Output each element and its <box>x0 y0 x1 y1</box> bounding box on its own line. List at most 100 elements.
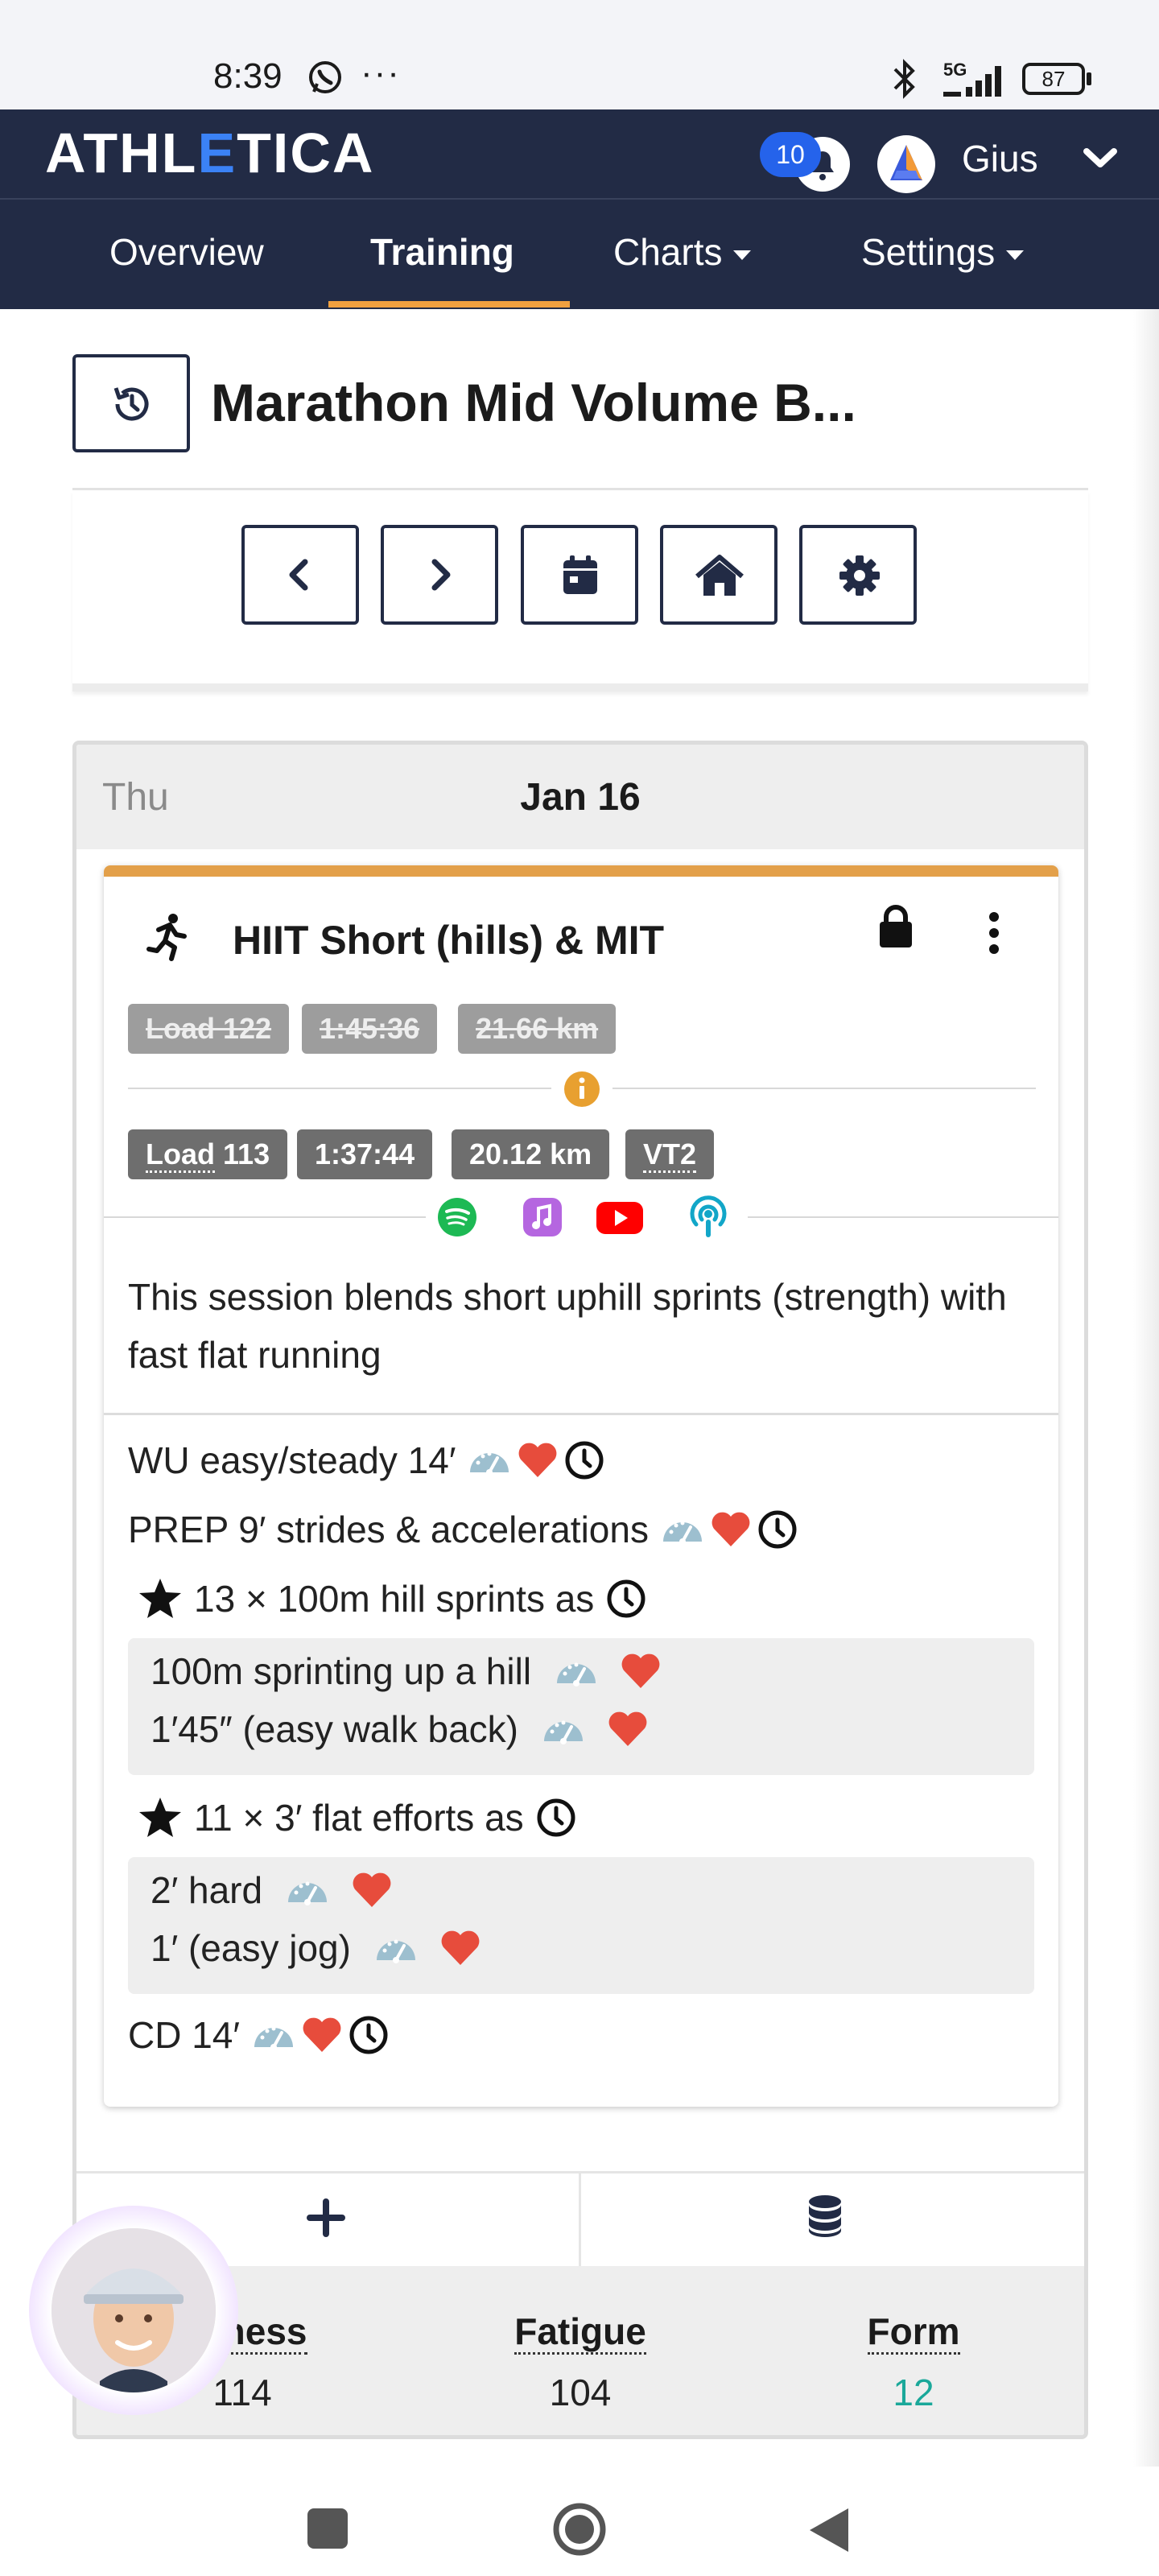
tab-settings[interactable]: Settings <box>861 230 1025 274</box>
original-distance-chip: 21.66 km <box>458 1004 617 1054</box>
more-notifications-icon: ··· <box>361 53 401 93</box>
speedometer-icon[interactable] <box>251 2015 296 2055</box>
lock-icon[interactable] <box>875 902 917 951</box>
speedometer-icon[interactable] <box>541 1709 586 1749</box>
add-workout-button[interactable] <box>305 2197 347 2239</box>
apple-music-icon[interactable] <box>521 1195 564 1239</box>
podcast-icon[interactable] <box>687 1194 730 1241</box>
user-avatar[interactable] <box>876 134 937 195</box>
speedometer-icon[interactable] <box>373 1928 419 1968</box>
load-value: 113 <box>223 1137 270 1170</box>
adjustment-divider-left <box>128 1088 551 1089</box>
workout-card[interactable]: HIIT Short (hills) & MIT Load 122 1:45:3… <box>104 865 1058 2107</box>
workout-title: HIIT Short (hills) & MIT <box>233 918 665 963</box>
database-icon[interactable] <box>806 2194 844 2239</box>
recents-button[interactable] <box>306 2507 349 2550</box>
gear-icon <box>838 554 881 597</box>
heart-icon[interactable] <box>439 1930 481 1967</box>
tab-overview[interactable]: Overview <box>109 230 264 274</box>
set2-header: 11 × 3′ flat efforts as <box>138 1796 577 1839</box>
plan-title: Marathon Mid Volume B... <box>211 373 856 432</box>
actions-divider <box>579 2171 581 2266</box>
fatigue-label-text: Fatigue <box>514 2310 646 2355</box>
clock-icon[interactable] <box>535 1797 577 1839</box>
heart-icon[interactable] <box>517 1442 559 1479</box>
distance-chip: 20.12 km <box>452 1129 610 1179</box>
cooldown-step-text: CD 14′ <box>128 2014 241 2056</box>
nav-divider <box>0 198 1159 200</box>
set2-details: 2′ hard 1′ (easy jog) <box>128 1857 1034 1994</box>
clock-icon[interactable] <box>563 1439 605 1481</box>
form-label-text: Form <box>867 2310 960 2355</box>
heart-icon[interactable] <box>301 2017 343 2054</box>
adjustment-divider-right <box>612 1088 1036 1089</box>
status-time: 8:39 <box>213 56 283 96</box>
next-week-button[interactable] <box>381 525 498 625</box>
speedometer-icon[interactable] <box>467 1440 512 1480</box>
status-bar: 8:39 ··· 5G 87 <box>0 0 1159 109</box>
history-button[interactable] <box>72 354 190 452</box>
system-navigation-bar <box>0 2467 1159 2576</box>
intensity-zone-label: VT2 <box>643 1137 697 1173</box>
warmup-step: WU easy/steady 14′ <box>128 1439 605 1482</box>
back-button[interactable] <box>806 2505 852 2555</box>
warmup-step-text: WU easy/steady 14′ <box>128 1439 456 1481</box>
home-button[interactable] <box>660 525 777 625</box>
set2-rest: 1′ (easy jog) <box>151 1926 481 1970</box>
speedometer-icon[interactable] <box>660 1509 705 1550</box>
battery-tip <box>1087 72 1091 85</box>
notification-badge[interactable]: 10 <box>760 132 821 177</box>
more-vertical-icon[interactable] <box>984 909 1004 957</box>
tab-charts-label: Charts <box>613 231 723 273</box>
heart-icon[interactable] <box>351 1872 393 1909</box>
clock-icon[interactable] <box>348 2014 390 2056</box>
heart-icon[interactable] <box>620 1653 662 1690</box>
calendar-icon <box>560 554 600 597</box>
brand-accent-letter: E <box>197 122 237 184</box>
coach-avatar[interactable] <box>52 2228 216 2392</box>
history-icon <box>109 382 155 427</box>
tab-training[interactable]: Training <box>370 230 514 274</box>
set1-header: 13 × 100m hill sprints as <box>138 1577 647 1620</box>
whatsapp-icon <box>306 58 344 97</box>
set2-header-text: 11 × 3′ flat efforts as <box>194 1797 524 1839</box>
running-icon <box>144 912 191 962</box>
day-header: Thu Jan 16 <box>76 745 1084 849</box>
speedometer-icon[interactable] <box>285 1870 330 1910</box>
duration-chip: 1:37:44 <box>297 1129 433 1179</box>
day-date: Jan 16 <box>520 776 641 819</box>
info-icon[interactable] <box>563 1070 601 1108</box>
star-icon <box>138 1577 183 1620</box>
fatigue-value: 104 <box>549 2372 612 2413</box>
set1-rest-text: 1′45″ (easy walk back) <box>151 1708 518 1750</box>
set2-rest-text: 1′ (easy jog) <box>151 1927 351 1969</box>
chevron-down-icon[interactable] <box>1080 143 1120 175</box>
set2-work: 2′ hard <box>151 1868 393 1912</box>
calendar-button[interactable] <box>521 525 638 625</box>
star-icon <box>138 1796 183 1839</box>
speedometer-icon[interactable] <box>554 1651 599 1691</box>
form-value: 12 <box>893 2372 934 2413</box>
chevron-right-icon <box>419 554 460 596</box>
spotify-icon[interactable] <box>435 1195 479 1239</box>
heart-icon[interactable] <box>710 1511 752 1548</box>
tab-charts[interactable]: Charts <box>613 230 752 274</box>
previous-week-button[interactable] <box>241 525 359 625</box>
user-name[interactable]: Gius <box>962 137 1038 180</box>
home-gesture-button[interactable] <box>552 2502 607 2557</box>
top-navbar: ATHLETICA 10 Gius Overview Training Char… <box>0 109 1159 309</box>
youtube-icon[interactable] <box>595 1195 645 1239</box>
clock-icon[interactable] <box>605 1578 647 1620</box>
prep-step: PREP 9′ strides & accelerations <box>128 1508 798 1551</box>
signal-icon <box>942 63 1006 98</box>
tab-settings-label: Settings <box>861 231 996 273</box>
set1-header-text: 13 × 100m hill sprints as <box>194 1578 595 1620</box>
active-tab-indicator <box>328 301 570 308</box>
prep-step-text: PREP 9′ strides & accelerations <box>128 1509 649 1550</box>
description-separator <box>104 1413 1058 1415</box>
settings-button[interactable] <box>799 525 917 625</box>
brand-logo[interactable]: ATHLETICA <box>45 121 374 185</box>
set1-details: 100m sprinting up a hill 1′45″ (easy wal… <box>128 1638 1034 1775</box>
heart-icon[interactable] <box>607 1711 649 1748</box>
clock-icon[interactable] <box>757 1509 798 1550</box>
